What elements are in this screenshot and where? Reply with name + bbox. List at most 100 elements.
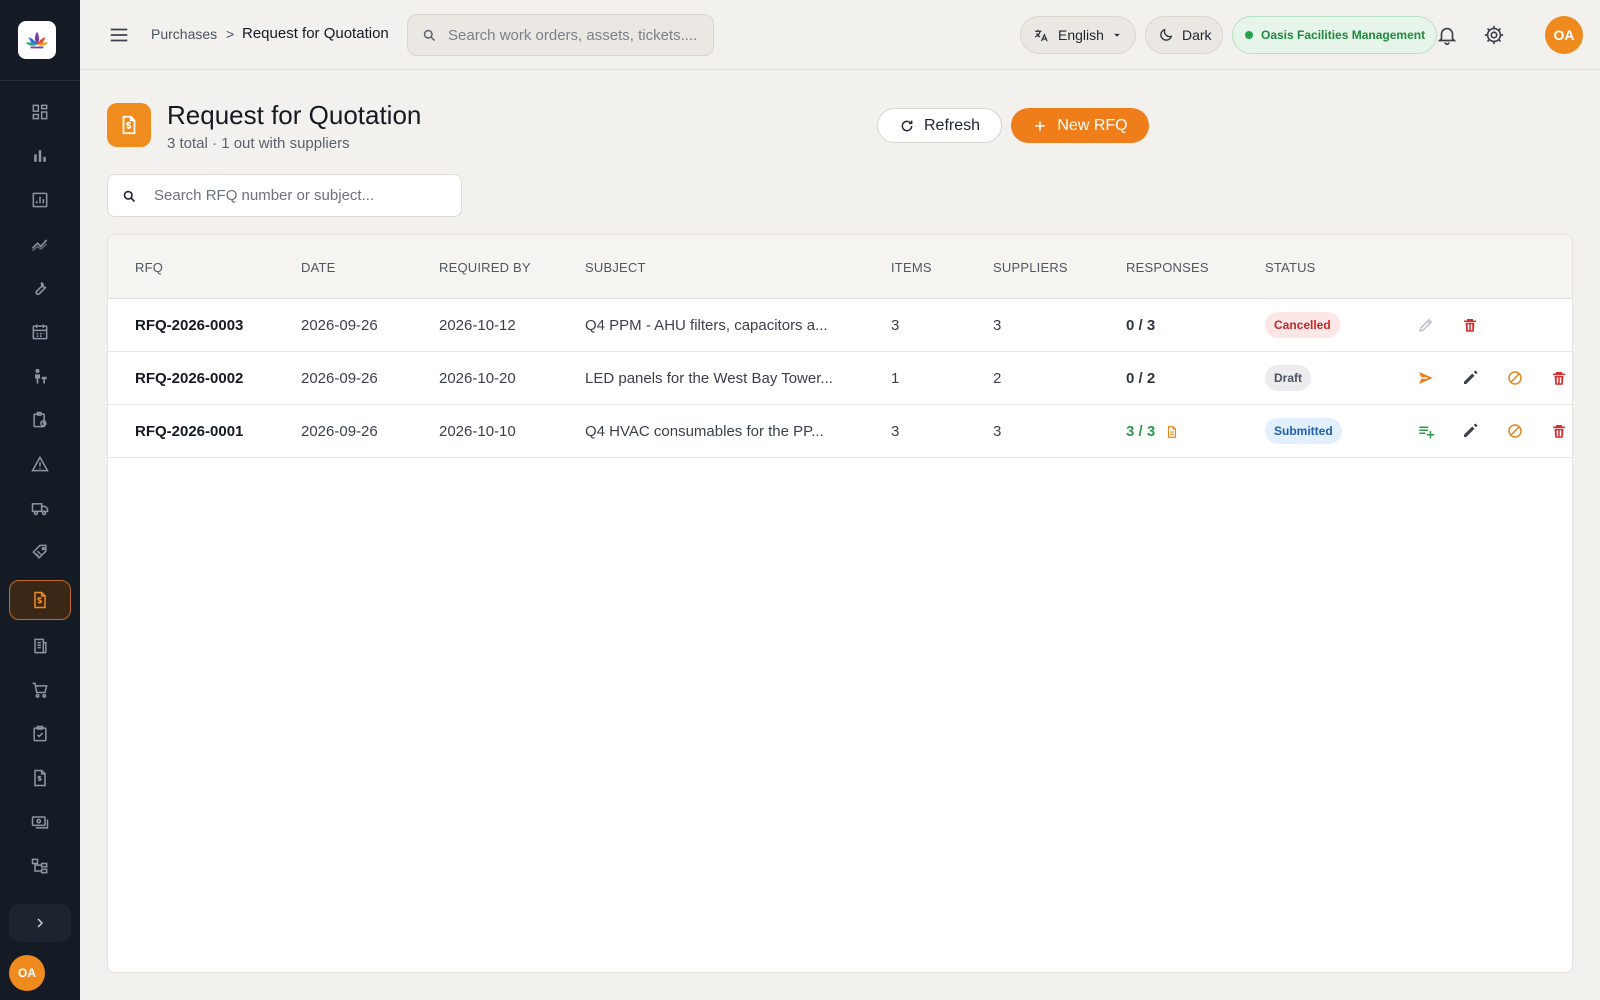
status-badge: Submitted — [1265, 418, 1342, 444]
rfq-required-by: 2026-10-12 — [439, 317, 516, 334]
column-header-required-by[interactable]: REQUIRED BY — [439, 260, 531, 275]
new-rfq-button[interactable]: New RFQ — [1011, 108, 1149, 143]
sidebar-item-trends[interactable] — [9, 224, 71, 264]
sidebar-expand-button[interactable] — [9, 904, 71, 942]
language-label: English — [1058, 27, 1104, 43]
sidebar-item-reports[interactable] — [9, 136, 71, 176]
sidebar-item-technicians[interactable] — [9, 356, 71, 396]
language-selector[interactable]: English — [1020, 16, 1136, 54]
rfq-date: 2026-09-26 — [301, 370, 378, 387]
breadcrumb-purchases[interactable]: Purchases — [151, 26, 217, 42]
sidebar-item-fleet[interactable] — [9, 488, 71, 528]
sidebar-item-purchase-orders[interactable] — [9, 626, 71, 666]
rfq-number[interactable]: RFQ-2026-0002 — [135, 370, 243, 387]
rfq-number[interactable]: RFQ-2026-0003 — [135, 317, 243, 334]
organization-name: Oasis Facilities Management — [1261, 28, 1426, 42]
translate-icon — [1034, 29, 1048, 41]
refresh-label: Refresh — [923, 116, 981, 134]
table-row[interactable]: RFQ-2026-0003 2026-09-26 2026-10-12 Q4 P… — [108, 299, 1572, 352]
status-dot — [1245, 31, 1253, 39]
sidebar-item-invoices[interactable] — [9, 758, 71, 798]
cancel-rfq-button[interactable] — [1504, 420, 1526, 442]
send-button[interactable] — [1415, 367, 1437, 389]
add-response-button[interactable] — [1415, 420, 1437, 442]
pencil-icon — [1419, 318, 1433, 332]
sidebar-item-dashboard[interactable] — [9, 92, 71, 132]
sidebar-item-approvals[interactable] — [9, 714, 71, 754]
checklist-icon — [33, 725, 47, 742]
sidebar-item-contracts[interactable] — [9, 532, 71, 572]
sidebar-item-rfq[interactable] — [9, 580, 71, 620]
breadcrumb-separator: > — [226, 26, 235, 42]
column-header-items[interactable]: ITEMS — [891, 260, 932, 275]
search-icon — [123, 190, 136, 203]
table-row[interactable]: RFQ-2026-0002 2026-09-26 2026-10-20 LED … — [108, 352, 1572, 405]
rfq-responses: 3 / 3 — [1126, 423, 1156, 440]
rfq-search — [107, 174, 462, 217]
cancel-rfq-button[interactable] — [1504, 367, 1526, 389]
organization-badge[interactable]: Oasis Facilities Management — [1232, 16, 1437, 54]
chevron-right-icon — [37, 918, 44, 928]
table-header: RFQ DATE REQUIRED BY SUBJECT ITEMS SUPPL… — [108, 235, 1572, 299]
delete-button[interactable] — [1459, 314, 1481, 336]
sidebar-item-analytics[interactable] — [9, 180, 71, 220]
rfq-search-input[interactable] — [154, 175, 454, 216]
document-icon[interactable] — [1165, 424, 1179, 440]
calendar-icon — [32, 324, 48, 340]
technician-icon — [35, 368, 47, 384]
edit-button[interactable] — [1459, 367, 1481, 389]
status-badge: Cancelled — [1265, 312, 1340, 338]
trash-icon — [1464, 319, 1476, 332]
theme-toggle[interactable]: Dark — [1145, 16, 1223, 54]
column-header-subject[interactable]: SUBJECT — [585, 260, 646, 275]
global-search-input[interactable] — [448, 15, 703, 55]
app-logo[interactable] — [18, 21, 56, 59]
rfq-suppliers: 3 — [993, 317, 1002, 334]
cart-icon — [32, 682, 48, 698]
sidebar-item-calendar[interactable] — [9, 312, 71, 352]
wrench-icon — [35, 281, 47, 296]
pencil-icon — [1464, 423, 1478, 437]
user-avatar[interactable]: OA — [1545, 16, 1583, 54]
sidebar-item-maintenance[interactable] — [9, 268, 71, 308]
rfq-document-icon — [34, 591, 46, 609]
status-badge: Draft — [1265, 365, 1312, 391]
caret-down-icon — [1114, 33, 1120, 37]
playlist-add-icon — [1419, 426, 1435, 439]
rfq-required-by: 2026-10-20 — [439, 370, 516, 387]
rfq-subject: LED panels for the West Bay Tower... — [585, 370, 833, 387]
rfq-document-icon — [122, 115, 136, 135]
trash-icon — [1553, 372, 1565, 385]
sidebar-item-payments[interactable] — [9, 802, 71, 842]
table-row[interactable]: RFQ-2026-0001 2026-09-26 2026-10-10 Q4 H… — [108, 405, 1572, 458]
rfq-number[interactable]: RFQ-2026-0001 — [135, 423, 243, 440]
rfq-subject: Q4 HVAC consumables for the PP... — [585, 423, 824, 440]
rfq-date: 2026-09-26 — [301, 317, 378, 334]
refresh-button[interactable]: Refresh — [877, 108, 1002, 143]
edit-button[interactable] — [1459, 420, 1481, 442]
sidebar-item-incidents[interactable] — [9, 444, 71, 484]
search-icon — [423, 29, 436, 42]
edit-button-disabled — [1415, 314, 1437, 336]
page-icon — [107, 103, 151, 147]
dashboard-icon — [32, 104, 48, 120]
delete-button[interactable] — [1548, 367, 1570, 389]
bell-icon[interactable] — [1436, 24, 1458, 46]
gear-icon[interactable] — [1483, 24, 1505, 46]
column-header-status[interactable]: STATUS — [1265, 260, 1316, 275]
sidebar-item-inspections[interactable] — [9, 400, 71, 440]
sidebar-user-avatar[interactable]: OA — [9, 955, 45, 991]
menu-icon[interactable] — [108, 24, 130, 46]
column-header-date[interactable]: DATE — [301, 260, 336, 275]
trend-icon — [31, 239, 48, 252]
delete-button[interactable] — [1548, 420, 1570, 442]
column-header-suppliers[interactable]: SUPPLIERS — [993, 260, 1068, 275]
column-header-rfq[interactable]: RFQ — [135, 260, 163, 275]
rfq-subject: Q4 PPM - AHU filters, capacitors a... — [585, 317, 828, 334]
rfq-responses: 0 / 3 — [1126, 317, 1156, 334]
moon-icon — [1160, 28, 1173, 41]
sidebar-item-structure[interactable] — [9, 846, 71, 886]
sidebar-item-store[interactable] — [9, 670, 71, 710]
column-header-responses[interactable]: RESPONSES — [1126, 260, 1209, 275]
tag-icon — [32, 544, 47, 559]
